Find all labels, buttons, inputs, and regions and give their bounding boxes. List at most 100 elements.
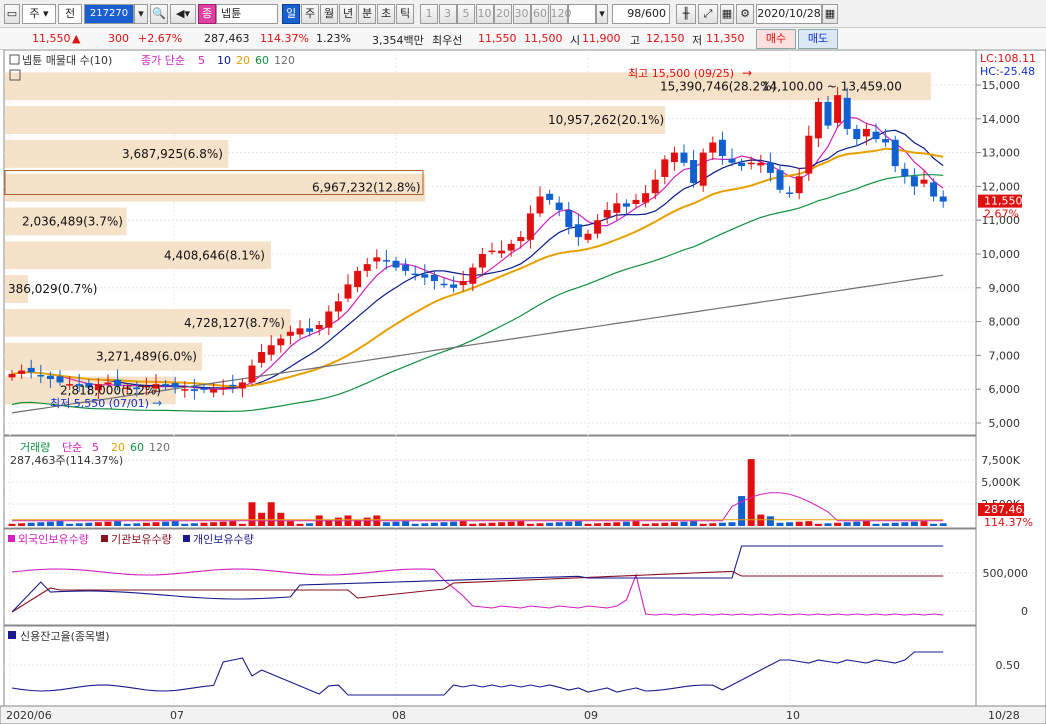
volume-bar bbox=[37, 522, 45, 526]
low-label: 저 bbox=[692, 34, 703, 47]
credit-panel[interactable] bbox=[3, 625, 977, 707]
last-pct-badge: 2.67% bbox=[984, 208, 1019, 221]
volume-legend-period: 20 bbox=[111, 441, 125, 454]
search-icon[interactable]: 🔍 bbox=[150, 4, 168, 24]
sound-icon[interactable]: ◀▾ bbox=[170, 4, 196, 24]
volume-bar bbox=[450, 521, 458, 526]
volume-bar bbox=[411, 523, 419, 526]
price-tick-label: 14,000 bbox=[982, 113, 1021, 126]
candle-body bbox=[594, 220, 602, 234]
candle-body bbox=[238, 382, 246, 389]
period-tab-6[interactable]: 틱 bbox=[396, 4, 414, 24]
period-tab-2[interactable]: 월 bbox=[320, 4, 338, 24]
candle-body bbox=[853, 128, 861, 140]
volume-bar bbox=[440, 522, 448, 526]
holding-legend-label: 외국인보유수량 bbox=[18, 533, 89, 546]
lc-label: LC:108.11 bbox=[980, 52, 1036, 65]
interval-button-20[interactable]: 20 bbox=[494, 4, 512, 24]
interval-button-10[interactable]: 10 bbox=[475, 4, 494, 24]
hc-label: HC:-25.48 bbox=[980, 65, 1035, 78]
candle-body bbox=[430, 274, 438, 282]
volume-bar bbox=[709, 523, 717, 526]
x-axis-end-label: 10/28 bbox=[988, 709, 1020, 722]
stock-name-field[interactable]: 넵튠 bbox=[216, 4, 278, 24]
chart-toolbar: ▭ 주 ▾ 전 217270 ▾ 🔍 ◀▾ 종 넵튠 ▾ 98/600 ╫ ⤢ … bbox=[0, 0, 1046, 28]
stock-chart[interactable]: 15,00014,00013,00012,00011,00010,0009,00… bbox=[0, 50, 1046, 724]
window-icon[interactable]: ▭ bbox=[4, 4, 20, 24]
legend-checkbox[interactable] bbox=[9, 54, 20, 65]
candle-body bbox=[603, 210, 611, 218]
volume-bar bbox=[680, 521, 688, 526]
credit-tick-label: 0.50 bbox=[996, 659, 1021, 672]
candle-type-icon[interactable]: ╫ bbox=[676, 4, 696, 24]
interval-button-60[interactable]: 60 bbox=[531, 4, 549, 24]
candle-body bbox=[882, 139, 890, 143]
market-select[interactable]: 주 ▾ bbox=[22, 4, 56, 24]
stock-type-badge: 종 bbox=[198, 4, 216, 24]
market-kind-select[interactable]: 전 bbox=[58, 4, 82, 24]
price-tick-label: 15,000 bbox=[982, 79, 1021, 92]
candle-body bbox=[46, 375, 54, 380]
gear-icon[interactable]: ⚙ bbox=[736, 4, 754, 24]
candle-body bbox=[766, 162, 774, 173]
interval-button-30[interactable]: 30 bbox=[512, 4, 531, 24]
interval-button-1[interactable]: 1 bbox=[420, 4, 438, 24]
chart-draw-icon[interactable]: ⤢ bbox=[698, 4, 718, 24]
calendar-icon[interactable]: ▦ bbox=[822, 4, 838, 24]
candle-body bbox=[690, 160, 698, 184]
volume-bar bbox=[142, 522, 150, 526]
volume-profile-label: 15,390,746(28.2%) bbox=[660, 79, 776, 93]
volume-bar bbox=[18, 523, 26, 526]
candle-body bbox=[229, 384, 237, 387]
holding-legend-swatch bbox=[101, 535, 108, 542]
interval-custom-field[interactable] bbox=[568, 4, 596, 24]
interval-button-3[interactable]: 3 bbox=[438, 4, 457, 24]
buy-button[interactable]: 매수 bbox=[756, 29, 796, 49]
candle-body bbox=[373, 257, 381, 262]
period-tab-1[interactable]: 주 bbox=[301, 4, 319, 24]
x-axis-area bbox=[0, 705, 1046, 724]
candle-body bbox=[930, 182, 938, 197]
stock-code-input[interactable]: 217270 bbox=[84, 4, 134, 24]
volume-last-badge-text: 287,463 bbox=[984, 503, 1030, 516]
candle-body bbox=[315, 324, 323, 330]
period-tab-3[interactable]: 년 bbox=[339, 4, 357, 24]
pattern-icon[interactable]: ▦ bbox=[720, 4, 734, 24]
x-axis-label: 09 bbox=[584, 709, 598, 722]
volume-bar bbox=[478, 523, 486, 526]
data-count-field[interactable]: 98/600 bbox=[612, 4, 670, 24]
volume-bar bbox=[622, 521, 630, 526]
volume-bar bbox=[728, 522, 736, 526]
holding-legend-label: 개인보유수량 bbox=[193, 533, 254, 546]
interval-button-120[interactable]: 120 bbox=[549, 4, 572, 24]
candle-body bbox=[344, 284, 352, 299]
code-dropdown-icon[interactable]: ▾ bbox=[134, 4, 148, 24]
ma-legend-period: 60 bbox=[255, 54, 269, 67]
period-tab-5[interactable]: 초 bbox=[377, 4, 395, 24]
date-field[interactable]: 2020/10/28 bbox=[756, 4, 822, 24]
volume-bar bbox=[526, 523, 534, 526]
period-tab-0[interactable]: 일 bbox=[282, 4, 300, 24]
candle-body bbox=[805, 135, 813, 174]
period-tab-4[interactable]: 분 bbox=[358, 4, 376, 24]
volume-bar bbox=[882, 523, 890, 526]
interval-button-5[interactable]: 5 bbox=[457, 4, 475, 24]
candle-body bbox=[354, 270, 362, 288]
ma-legend-period: 120 bbox=[274, 54, 295, 67]
volume-bar bbox=[459, 521, 467, 526]
price-tick-label: 5,000 bbox=[989, 417, 1021, 430]
volume-bar bbox=[805, 521, 813, 526]
x-axis-label: 10 bbox=[786, 709, 800, 722]
interval-dropdown-icon[interactable]: ▾ bbox=[596, 4, 608, 24]
candle-body bbox=[795, 176, 803, 194]
sell-button[interactable]: 매도 bbox=[798, 29, 838, 49]
volume-bar bbox=[651, 523, 659, 526]
candle-body bbox=[939, 196, 947, 202]
low-price: 11,350 bbox=[706, 32, 745, 45]
low-arrow-icon: → bbox=[152, 396, 162, 410]
volume-profile-label: 10,957,262(20.1%) bbox=[548, 113, 664, 127]
volume-bar bbox=[565, 521, 573, 526]
holding-tick-label: 500,000 bbox=[983, 567, 1029, 580]
volume-bar bbox=[181, 523, 189, 526]
volume-bar bbox=[162, 521, 170, 526]
